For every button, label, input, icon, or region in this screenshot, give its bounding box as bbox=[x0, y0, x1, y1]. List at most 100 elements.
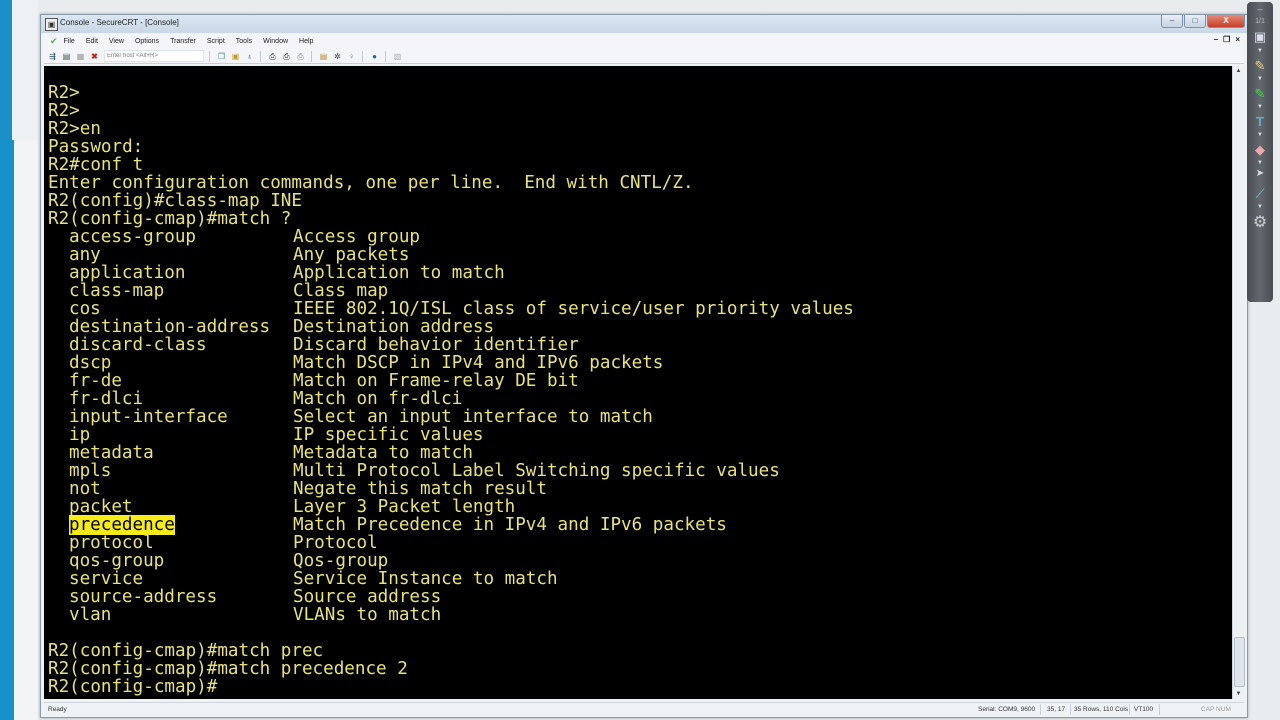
option-description: Any packets bbox=[293, 245, 410, 265]
option-description: Layer 3 Packet length bbox=[293, 497, 516, 517]
option-name: destination-address bbox=[69, 317, 271, 337]
line-icon[interactable]: ⟋ bbox=[1247, 186, 1273, 202]
option-description: Match Precedence in IPv4 and IPv6 packet… bbox=[293, 515, 727, 535]
pointer-icon[interactable]: ➤ bbox=[1247, 168, 1273, 179]
option-description: Select an input interface to match bbox=[293, 407, 653, 427]
keymap-icon[interactable]: ♀ bbox=[346, 51, 357, 62]
highlighter-icon[interactable]: ✎ bbox=[1247, 86, 1273, 102]
terminal-line: R2>en bbox=[48, 119, 101, 139]
terminal-output[interactable]: R2> R2> R2>en Password: R2#conf t Enter confi… bbox=[44, 66, 1232, 699]
option-name: any bbox=[69, 245, 101, 265]
match-option-row: ip IP specific values bbox=[48, 426, 854, 444]
session-options-icon[interactable]: ▤ bbox=[318, 51, 329, 62]
option-description: Class map bbox=[293, 281, 389, 301]
menu-file[interactable]: File bbox=[64, 38, 75, 45]
terminal-line: R2(config-cmap)#match precedence 2 bbox=[48, 659, 408, 679]
option-name: discard-class bbox=[69, 335, 207, 355]
terminal-scrollbar[interactable]: ▲ ▼ bbox=[1232, 66, 1245, 699]
connect-tab-icon[interactable]: ▦ bbox=[75, 51, 86, 62]
terminal-line: R2> bbox=[48, 83, 80, 103]
menu-view[interactable]: View bbox=[109, 38, 124, 45]
help-icon[interactable]: ● bbox=[369, 51, 380, 62]
print-icon[interactable]: ⎙ bbox=[267, 51, 278, 62]
host-input[interactable] bbox=[104, 50, 204, 62]
toolbar-collapse-button[interactable]: – bbox=[1247, 4, 1273, 14]
option-name: source-address bbox=[69, 587, 218, 607]
title-bar[interactable]: ▣ Console - SecureCRT - [Console] – □ X bbox=[41, 15, 1247, 33]
print-setup-icon[interactable]: ⎙ bbox=[295, 51, 306, 62]
option-name: service bbox=[69, 569, 144, 589]
scroll-up-arrow-icon[interactable]: ▲ bbox=[1233, 66, 1244, 76]
eraser-icon[interactable]: ◆ bbox=[1247, 142, 1273, 158]
status-bar: Ready Serial: COM9, 9600 35, 17 35 Rows,… bbox=[44, 702, 1244, 716]
option-name: vlan bbox=[69, 605, 112, 625]
match-option-row: access-group Access group bbox=[48, 228, 854, 246]
option-name: not bbox=[69, 479, 101, 499]
option-name: mpls bbox=[69, 461, 112, 481]
menu-script[interactable]: Script bbox=[207, 38, 225, 45]
menu-help[interactable]: Help bbox=[299, 38, 313, 45]
match-option-row: fr-dlci Match on fr-dlci bbox=[48, 390, 854, 408]
desktop-background bbox=[0, 0, 38, 720]
match-option-row: class-map Class map bbox=[48, 282, 854, 300]
print-selection-icon[interactable]: ⎙ bbox=[281, 51, 292, 62]
terminal-line: R2(config-cmap)#match prec bbox=[48, 641, 324, 661]
option-name: protocol bbox=[69, 533, 154, 553]
pencil-icon[interactable]: ✎ bbox=[1247, 58, 1273, 74]
maximize-button[interactable]: □ bbox=[1184, 15, 1206, 28]
option-description: Negate this match result bbox=[293, 479, 547, 499]
option-name: input-interface bbox=[69, 407, 228, 427]
gear-icon[interactable]: ⚙ bbox=[1247, 212, 1273, 232]
copy-icon[interactable]: ❐ bbox=[216, 51, 227, 62]
mdi-close-button[interactable]: × bbox=[1235, 35, 1240, 44]
about-icon[interactable]: ▧ bbox=[392, 51, 403, 62]
menu-edit[interactable]: Edit bbox=[86, 38, 98, 45]
menu-transfer[interactable]: Transfer bbox=[170, 38, 196, 45]
status-keys: CAP NUM bbox=[1201, 706, 1231, 713]
find-icon[interactable]: ♁ bbox=[244, 51, 255, 62]
match-option-row: packet Layer 3 Packet length bbox=[48, 498, 854, 516]
match-option-row: vlan VLANs to match bbox=[48, 606, 854, 624]
option-name: application bbox=[69, 263, 186, 283]
screen-icon[interactable]: ▣ bbox=[1247, 29, 1273, 45]
quick-connect-icon[interactable]: ▤ bbox=[61, 51, 72, 62]
option-name: access-group bbox=[69, 227, 196, 247]
toolbar: ⇶ ▤ ▦ ✖ ❐ ▣ ♁ ⎙ ⎙ ⎙ ▤ ✲ ♀ ● ▧ bbox=[44, 49, 1244, 64]
terminal-line: R2(config)#class-map INE bbox=[48, 191, 302, 211]
menu-tools[interactable]: Tools bbox=[236, 38, 252, 45]
annotation-toolbar: – 1/1 ▣ ▼ ✎ ▼ ✎ ▼ T ▼ ◆ ▼ ➤ ⟋ ▼ ⚙ bbox=[1247, 2, 1273, 302]
scroll-down-arrow-icon[interactable]: ▼ bbox=[1233, 689, 1244, 699]
option-description: Qos-group bbox=[293, 551, 389, 571]
option-description: Service Instance to match bbox=[293, 569, 558, 589]
securecrt-window: ▣ Console - SecureCRT - [Console] – □ X … bbox=[40, 14, 1248, 718]
match-option-row: mpls Multi Protocol Label Switching speci… bbox=[48, 462, 854, 480]
app-icon: ▣ bbox=[45, 18, 58, 31]
match-option-row: source-address Source address bbox=[48, 588, 854, 606]
status-size: 35 Rows, 110 Cols bbox=[1074, 706, 1129, 713]
menu-options[interactable]: Options bbox=[135, 38, 159, 45]
option-name: cos bbox=[69, 299, 101, 319]
text-icon[interactable]: T bbox=[1247, 114, 1273, 129]
close-button[interactable]: X bbox=[1207, 15, 1245, 28]
status-emulation: VT100 bbox=[1134, 706, 1154, 713]
match-option-row: not Negate this match result bbox=[48, 480, 854, 498]
minimize-button[interactable]: – bbox=[1161, 15, 1183, 28]
paste-icon[interactable]: ▣ bbox=[230, 51, 241, 62]
status-ready: Ready bbox=[48, 706, 67, 713]
option-name: fr-de bbox=[69, 371, 122, 391]
option-description: Application to match bbox=[293, 263, 505, 283]
global-options-icon[interactable]: ✲ bbox=[332, 51, 343, 62]
match-option-row: qos-group Qos-group bbox=[48, 552, 854, 570]
terminal-line: R2(config-cmap)# bbox=[48, 677, 218, 697]
mdi-restore-button[interactable]: ❐ bbox=[1223, 35, 1230, 44]
disconnect-icon[interactable]: ✖ bbox=[89, 51, 100, 62]
connect-icon[interactable]: ⇶ bbox=[47, 51, 58, 62]
mdi-minimize-button[interactable]: – bbox=[1214, 35, 1218, 44]
option-description: Discard behavior identifier bbox=[293, 335, 579, 355]
menu-window[interactable]: Window bbox=[263, 38, 288, 45]
scrollbar-thumb[interactable] bbox=[1234, 637, 1245, 687]
terminal-line: R2(config-cmap)#match ? bbox=[48, 209, 292, 229]
option-name: ip bbox=[69, 425, 91, 445]
menu-bar: ✔ File Edit View Options Transfer Script… bbox=[44, 34, 1244, 49]
match-option-row: dscp Match DSCP in IPv4 and IPv6 packets bbox=[48, 354, 854, 372]
